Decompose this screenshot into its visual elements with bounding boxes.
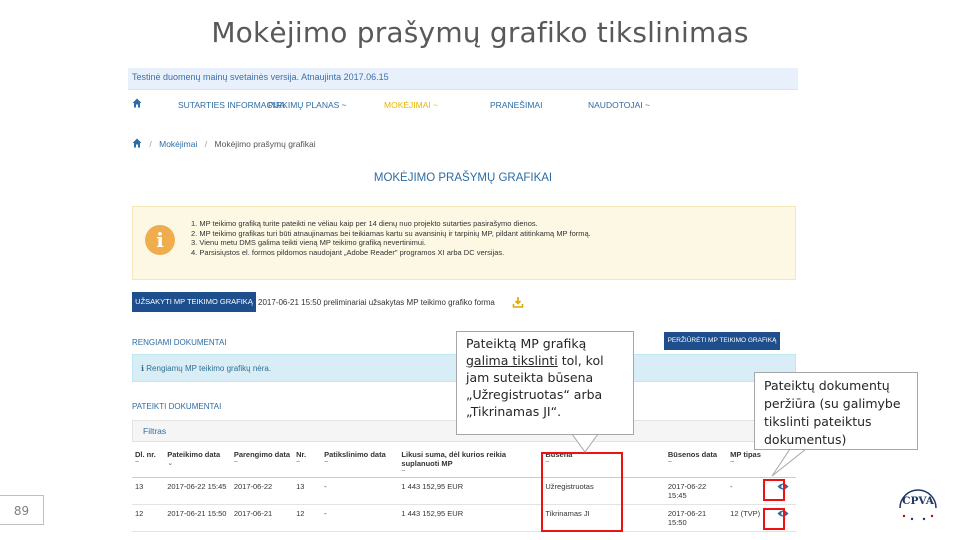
col-header[interactable]: Pateikimo data ⌄ [164, 448, 231, 478]
breadcrumb-payments[interactable]: Mokėjimai [159, 139, 197, 149]
cell-correction-date: - [321, 504, 399, 532]
cell-doc-number: 13 [132, 477, 165, 505]
breadcrumb-separator: / [149, 139, 152, 149]
breadcrumb-separator: / [204, 139, 208, 149]
nav-item-contract-info[interactable]: SUTARTIES INFORMACIJA [178, 100, 285, 110]
order-schedule-button[interactable]: UŽSAKYTI MP TEIKIMO GRAFIKĄ [132, 292, 256, 312]
info-item: 4. Parsisiųstos el. formos pildomos naud… [191, 247, 505, 257]
cell-remaining-sum: 1 443 152,95 EUR [398, 504, 543, 532]
col-header[interactable]: Būsenos data ~ [664, 448, 728, 478]
cell-number: 13 [293, 477, 322, 505]
home-icon[interactable] [132, 98, 142, 108]
table-header-row: Dl. nr. ~ Pateikimo data ⌄ Parengimo data ~… [132, 448, 796, 478]
cell-status-date: 2017-06-22 15:45 [664, 477, 728, 505]
cpva-logo: CPVA [894, 486, 942, 524]
col-header[interactable]: Parengimo data ~ [230, 448, 294, 478]
cell-remaining-sum: 1 443 152,95 EUR [398, 477, 543, 505]
info-box: i 1. MP teikimo grafiką turite pateikti … [132, 206, 796, 280]
filter-label[interactable]: Filtras [143, 426, 166, 436]
test-version-banner: Testinė duomenų mainų svetainės versija.… [128, 68, 798, 90]
order-note: 2017-06-21 15:50 preliminariai užsakytas… [258, 298, 495, 307]
view-schedule-button[interactable]: PERŽIŪRĖTI MP TEIKIMO GRAFIKĄ [664, 332, 780, 350]
logo-text: CPVA [902, 495, 934, 507]
status-column-highlight [541, 452, 623, 532]
cell-prepare-date: 2017-06-21 [230, 504, 294, 532]
breadcrumb: / Mokėjimai / Mokėjimo prašymų grafikai [132, 138, 316, 149]
submitted-documents-table: Dl. nr. ~ Pateikimo data ⌄ Parengimo data ~… [132, 448, 796, 532]
nav-item-procurement-plan[interactable]: PIRKIMŲ PLANAS ~ [268, 100, 347, 110]
col-header[interactable]: MP tipas ~ [727, 448, 775, 478]
main-nav: SUTARTIES INFORMACIJA PIRKIMŲ PLANAS ~ M… [128, 96, 798, 122]
table-row: 13 2017-06-22 15:45 2017-06-22 13 - 1 44… [132, 477, 796, 505]
cell-doc-number: 12 [132, 504, 165, 532]
page-heading: MOKĖJIMO PRAŠYMŲ GRAFIKAI [373, 172, 553, 184]
view-icon-highlight [763, 479, 785, 501]
info-list: 1. MP teikimo grafiką turite pateikti ne… [191, 219, 591, 257]
info-item: 3. Vienu metu DMS galima teikti vieną MP… [191, 238, 426, 247]
callout-edit-schedule: Pateiktą MP grafiką galima tikslinti tol… [456, 331, 634, 435]
cell-number: 12 [293, 504, 322, 532]
callout-view-documents: Pateiktų dokumentų peržiūra (su galimybe… [754, 372, 918, 450]
info-icon: i [145, 225, 175, 255]
download-icon[interactable] [512, 296, 524, 308]
nav-item-notifications[interactable]: PRANEŠIMAI [490, 100, 542, 110]
view-icon-highlight [763, 508, 785, 530]
breadcrumb-current: Mokėjimo prašymų grafikai [214, 139, 316, 149]
cell-correction-date: - [321, 477, 399, 505]
col-header[interactable]: Dl. nr. ~ [132, 448, 165, 478]
nav-item-payments[interactable]: MOKĖJIMAI ~ [384, 100, 438, 110]
section-submitted-heading: PATEIKTI DOKUMENTAI [132, 402, 222, 411]
section-preparing-heading: RENGIAMI DOKUMENTAI [132, 338, 227, 347]
page-number: 89 [0, 495, 44, 525]
table-row: 12 2017-06-21 15:50 2017-06-21 12 - 1 44… [132, 504, 796, 532]
app-screenshot: Testinė duomenų mainų svetainės versija.… [128, 68, 798, 540]
info-item: 2. MP teikimo grafikas turi būti atnauji… [191, 228, 591, 238]
breadcrumb-home-icon[interactable] [132, 138, 142, 148]
nav-item-users[interactable]: NAUDOTOJAI ~ [588, 100, 650, 110]
slide-title: Mokėjimo prašymų grafiko tikslinimas [211, 16, 749, 49]
preparing-alert-text: Rengiamų MP teikimo grafikų nėra. [146, 364, 272, 373]
callout-text: Pateiktą MP grafiką [466, 336, 587, 351]
cell-submit-date: 2017-06-21 15:50 [164, 504, 231, 532]
cell-submit-date: 2017-06-22 15:45 [164, 477, 231, 505]
info-item: 1. MP teikimo grafiką turite pateikti ne… [191, 219, 538, 228]
col-header[interactable]: Likusi suma, dėl kurios reikia suplanuot… [398, 448, 543, 478]
cell-prepare-date: 2017-06-22 [230, 477, 294, 505]
col-header-actions [774, 448, 796, 478]
cell-status-date: 2017-06-21 15:50 [664, 504, 728, 532]
col-header[interactable]: Nr. ~ [293, 448, 322, 478]
col-header[interactable]: Patikslinimo data ~ [321, 448, 399, 478]
callout-emphasis: galima tikslinti [466, 353, 558, 368]
